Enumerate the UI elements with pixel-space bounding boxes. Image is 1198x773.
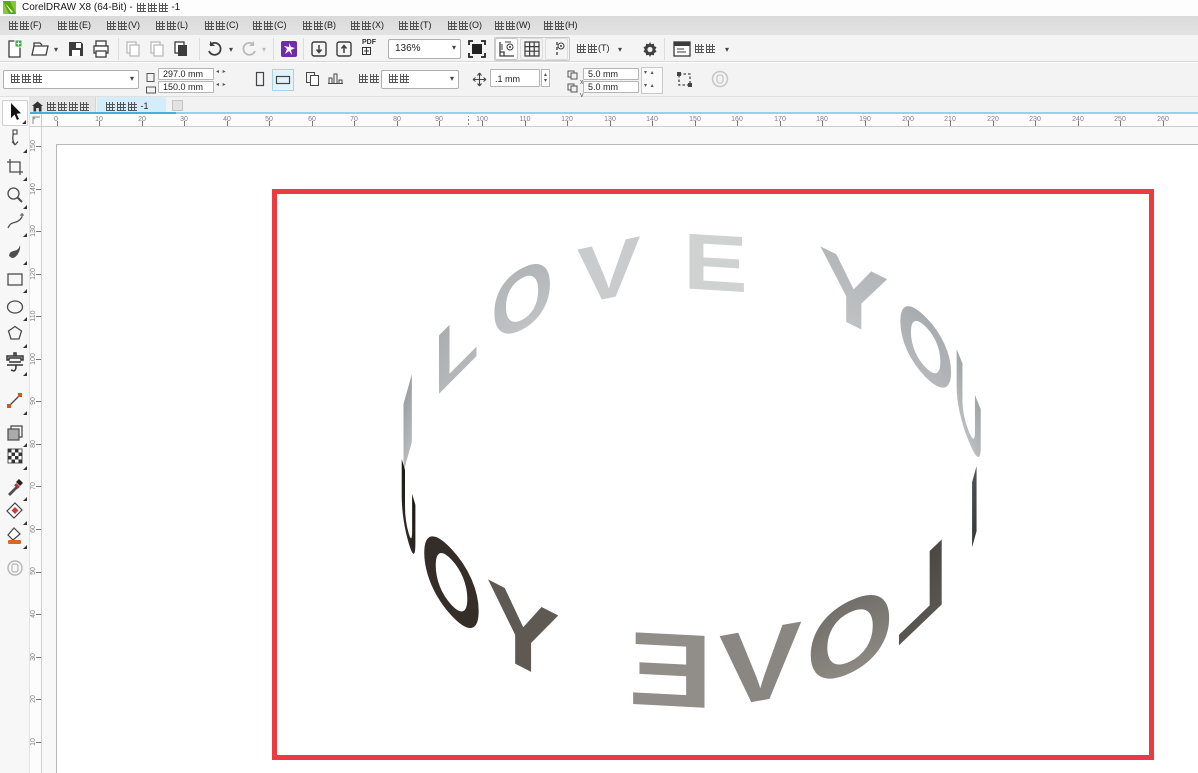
svg-text:O: O xyxy=(806,560,894,716)
svg-text:L: L xyxy=(434,278,479,418)
svg-text:Y: Y xyxy=(819,227,889,363)
svg-text:E: E xyxy=(683,217,748,310)
svg-text:O: O xyxy=(491,234,553,363)
svg-text:L: L xyxy=(896,515,947,669)
svg-text:V: V xyxy=(719,599,802,730)
svg-text:O: O xyxy=(897,272,954,424)
svg-text:Y: Y xyxy=(486,557,560,709)
svg-text:E: E xyxy=(628,610,713,731)
svg-text:V: V xyxy=(577,219,641,322)
svg-text:O: O xyxy=(421,498,482,668)
